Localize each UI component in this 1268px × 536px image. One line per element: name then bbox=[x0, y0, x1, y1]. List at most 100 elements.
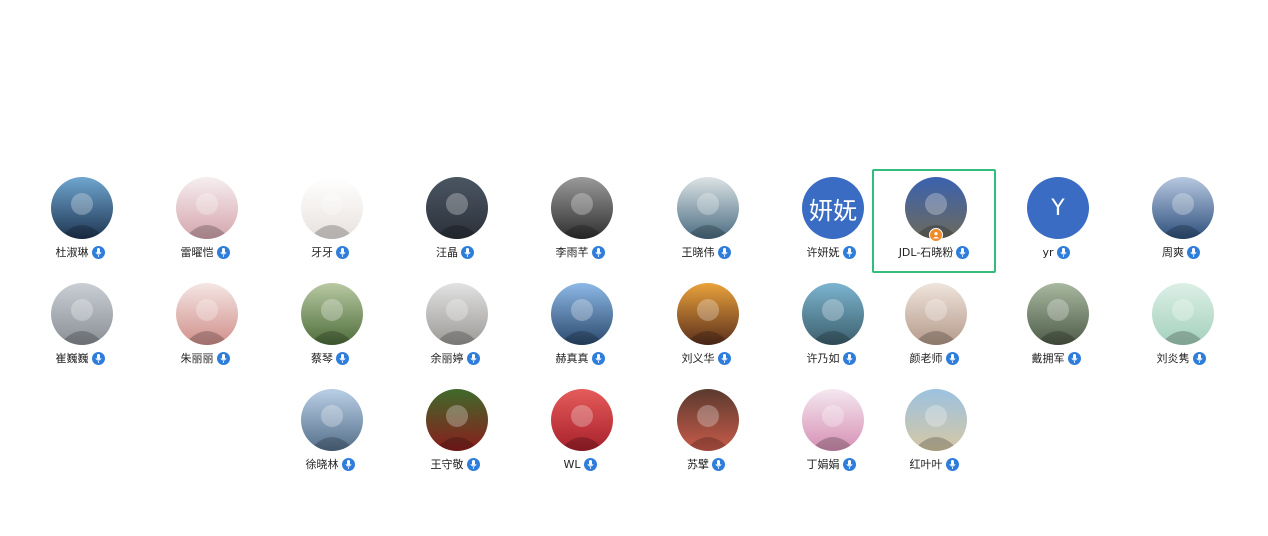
participant-name: 苏擘 bbox=[687, 458, 709, 471]
participant-name: 蔡琴 bbox=[311, 352, 333, 365]
participant-name-row: 朱丽丽 bbox=[145, 350, 265, 366]
participant-name-row: JDL-石晓粉 bbox=[874, 244, 994, 260]
host-badge-icon bbox=[929, 228, 943, 242]
initial-avatar-icon: 妍妩 bbox=[802, 177, 864, 239]
participant-tile[interactable]: 李雨芊 bbox=[518, 169, 642, 273]
participant-name: 雷曜恺 bbox=[180, 246, 214, 259]
microphone-icon bbox=[91, 351, 105, 365]
participant-name: JDL-石晓粉 bbox=[898, 246, 954, 259]
photo-flower-girl-icon bbox=[677, 283, 739, 345]
photo-garden-icon bbox=[301, 283, 363, 345]
participant-name-row: 刘义华 bbox=[646, 350, 766, 366]
participant-name: 许妍妩 bbox=[806, 246, 840, 259]
photo-cartoon-girl-icon bbox=[301, 177, 363, 239]
participant-name: 刘炎隽 bbox=[1156, 352, 1190, 365]
participant-tile[interactable]: JDL-石晓粉 bbox=[872, 169, 996, 273]
microphone-icon bbox=[717, 351, 731, 365]
photo-woman-icon bbox=[176, 283, 238, 345]
participant-tile[interactable]: 刘炎隽 bbox=[1119, 275, 1243, 379]
photo-sea-icon bbox=[1152, 177, 1214, 239]
participant-name-row: 王守敬 bbox=[395, 456, 515, 472]
participant-tile[interactable]: 雷曜恺 bbox=[143, 169, 267, 273]
microphone-icon bbox=[712, 457, 725, 471]
participant-name-row: 王晓伟 bbox=[646, 244, 766, 260]
participant-tile[interactable]: 牙牙 bbox=[268, 169, 392, 273]
participant-name: 朱丽丽 bbox=[180, 352, 214, 365]
participant-tile[interactable]: 戴拥军 bbox=[994, 275, 1118, 379]
participant-name-row: 周爽 bbox=[1121, 244, 1241, 260]
participant-name: 丁娟娟 bbox=[806, 458, 840, 471]
participant-tile[interactable]: 崔巍巍 bbox=[18, 275, 142, 379]
participant-tile[interactable]: Yyr bbox=[994, 169, 1118, 273]
participant-tile[interactable]: 汪晶 bbox=[393, 169, 517, 273]
participant-tile[interactable]: 蔡琴 bbox=[268, 275, 392, 379]
microphone-icon bbox=[336, 351, 349, 365]
participant-name: WL bbox=[563, 457, 581, 471]
microphone-icon bbox=[591, 351, 605, 365]
participant-name: 王晓伟 bbox=[681, 246, 715, 259]
microphone-icon bbox=[591, 245, 605, 259]
participant-name-row: yr bbox=[996, 244, 1116, 260]
participant-name-row: 颜老师 bbox=[874, 350, 994, 366]
participant-name: 红叶叶 bbox=[909, 458, 943, 471]
avatar-initial: Y bbox=[1051, 195, 1065, 221]
microphone-icon bbox=[1187, 245, 1200, 259]
participant-name: 杜淑琳 bbox=[55, 246, 89, 259]
participant-name-row: 苏擘 bbox=[646, 456, 766, 472]
microphone-icon bbox=[216, 351, 230, 365]
photo-cat-icon bbox=[426, 283, 488, 345]
participant-name: 徐晓林 bbox=[305, 458, 339, 471]
participant-name-row: 刘炎隽 bbox=[1121, 350, 1241, 366]
participant-name: yr bbox=[1042, 245, 1054, 259]
photo-dancer-icon bbox=[802, 389, 864, 451]
participant-tile[interactable]: 杜淑琳 bbox=[18, 169, 142, 273]
photo-indoor-icon bbox=[51, 283, 113, 345]
participant-tile[interactable]: WL bbox=[518, 381, 642, 485]
participant-tile[interactable]: 余丽婷 bbox=[393, 275, 517, 379]
participant-name-row: 汪晶 bbox=[395, 244, 515, 260]
microphone-icon bbox=[583, 457, 597, 471]
photo-willow-icon bbox=[1027, 283, 1089, 345]
participant-tile[interactable]: 刘义华 bbox=[644, 275, 768, 379]
participant-name: 王守敬 bbox=[430, 458, 464, 471]
microphone-icon bbox=[466, 457, 480, 471]
participant-name: 周爽 bbox=[1162, 246, 1184, 259]
participant-name: 余丽婷 bbox=[430, 352, 464, 365]
participant-tile[interactable]: 颜老师 bbox=[872, 275, 996, 379]
participant-tile[interactable]: 赫真真 bbox=[518, 275, 642, 379]
microphone-icon bbox=[461, 245, 474, 259]
participant-name-row: 雷曜恺 bbox=[145, 244, 265, 260]
participant-tile[interactable]: 苏擘 bbox=[644, 381, 768, 485]
participant-name-row: 赫真真 bbox=[520, 350, 640, 366]
participant-tile[interactable]: 徐晓林 bbox=[268, 381, 392, 485]
photo-roses-icon bbox=[426, 389, 488, 451]
participant-tile[interactable]: 周爽 bbox=[1119, 169, 1243, 273]
photo-building-icon bbox=[551, 177, 613, 239]
microphone-icon bbox=[717, 245, 731, 259]
photo-woman-icon bbox=[51, 177, 113, 239]
participant-name: 颜老师 bbox=[909, 352, 943, 365]
photo-cartoon-girl-icon bbox=[1152, 283, 1214, 345]
microphone-icon bbox=[1192, 351, 1206, 365]
photo-sea-icon bbox=[301, 389, 363, 451]
participant-tile[interactable]: 王晓伟 bbox=[644, 169, 768, 273]
participant-name-row: WL bbox=[520, 456, 640, 472]
microphone-icon bbox=[956, 245, 970, 259]
participant-name-row: 徐晓林 bbox=[270, 456, 390, 472]
photo-painting-icon bbox=[426, 177, 488, 239]
microphone-icon bbox=[1056, 245, 1070, 259]
photo-heart-icon bbox=[551, 389, 613, 451]
microphone-icon bbox=[945, 457, 959, 471]
participant-name-row: 崔巍巍 bbox=[20, 350, 140, 366]
photo-lake-woman-icon bbox=[905, 389, 967, 451]
microphone-icon bbox=[341, 457, 355, 471]
participant-name-row: 蔡琴 bbox=[270, 350, 390, 366]
photo-baby-icon bbox=[905, 283, 967, 345]
participant-name-row: 杜淑琳 bbox=[20, 244, 140, 260]
microphone-icon bbox=[91, 245, 105, 259]
participant-tile[interactable]: 王守敬 bbox=[393, 381, 517, 485]
photo-child-icon bbox=[677, 177, 739, 239]
participant-name-row: 李雨芊 bbox=[520, 244, 640, 260]
participant-tile[interactable]: 红叶叶 bbox=[872, 381, 996, 485]
participant-tile[interactable]: 朱丽丽 bbox=[143, 275, 267, 379]
